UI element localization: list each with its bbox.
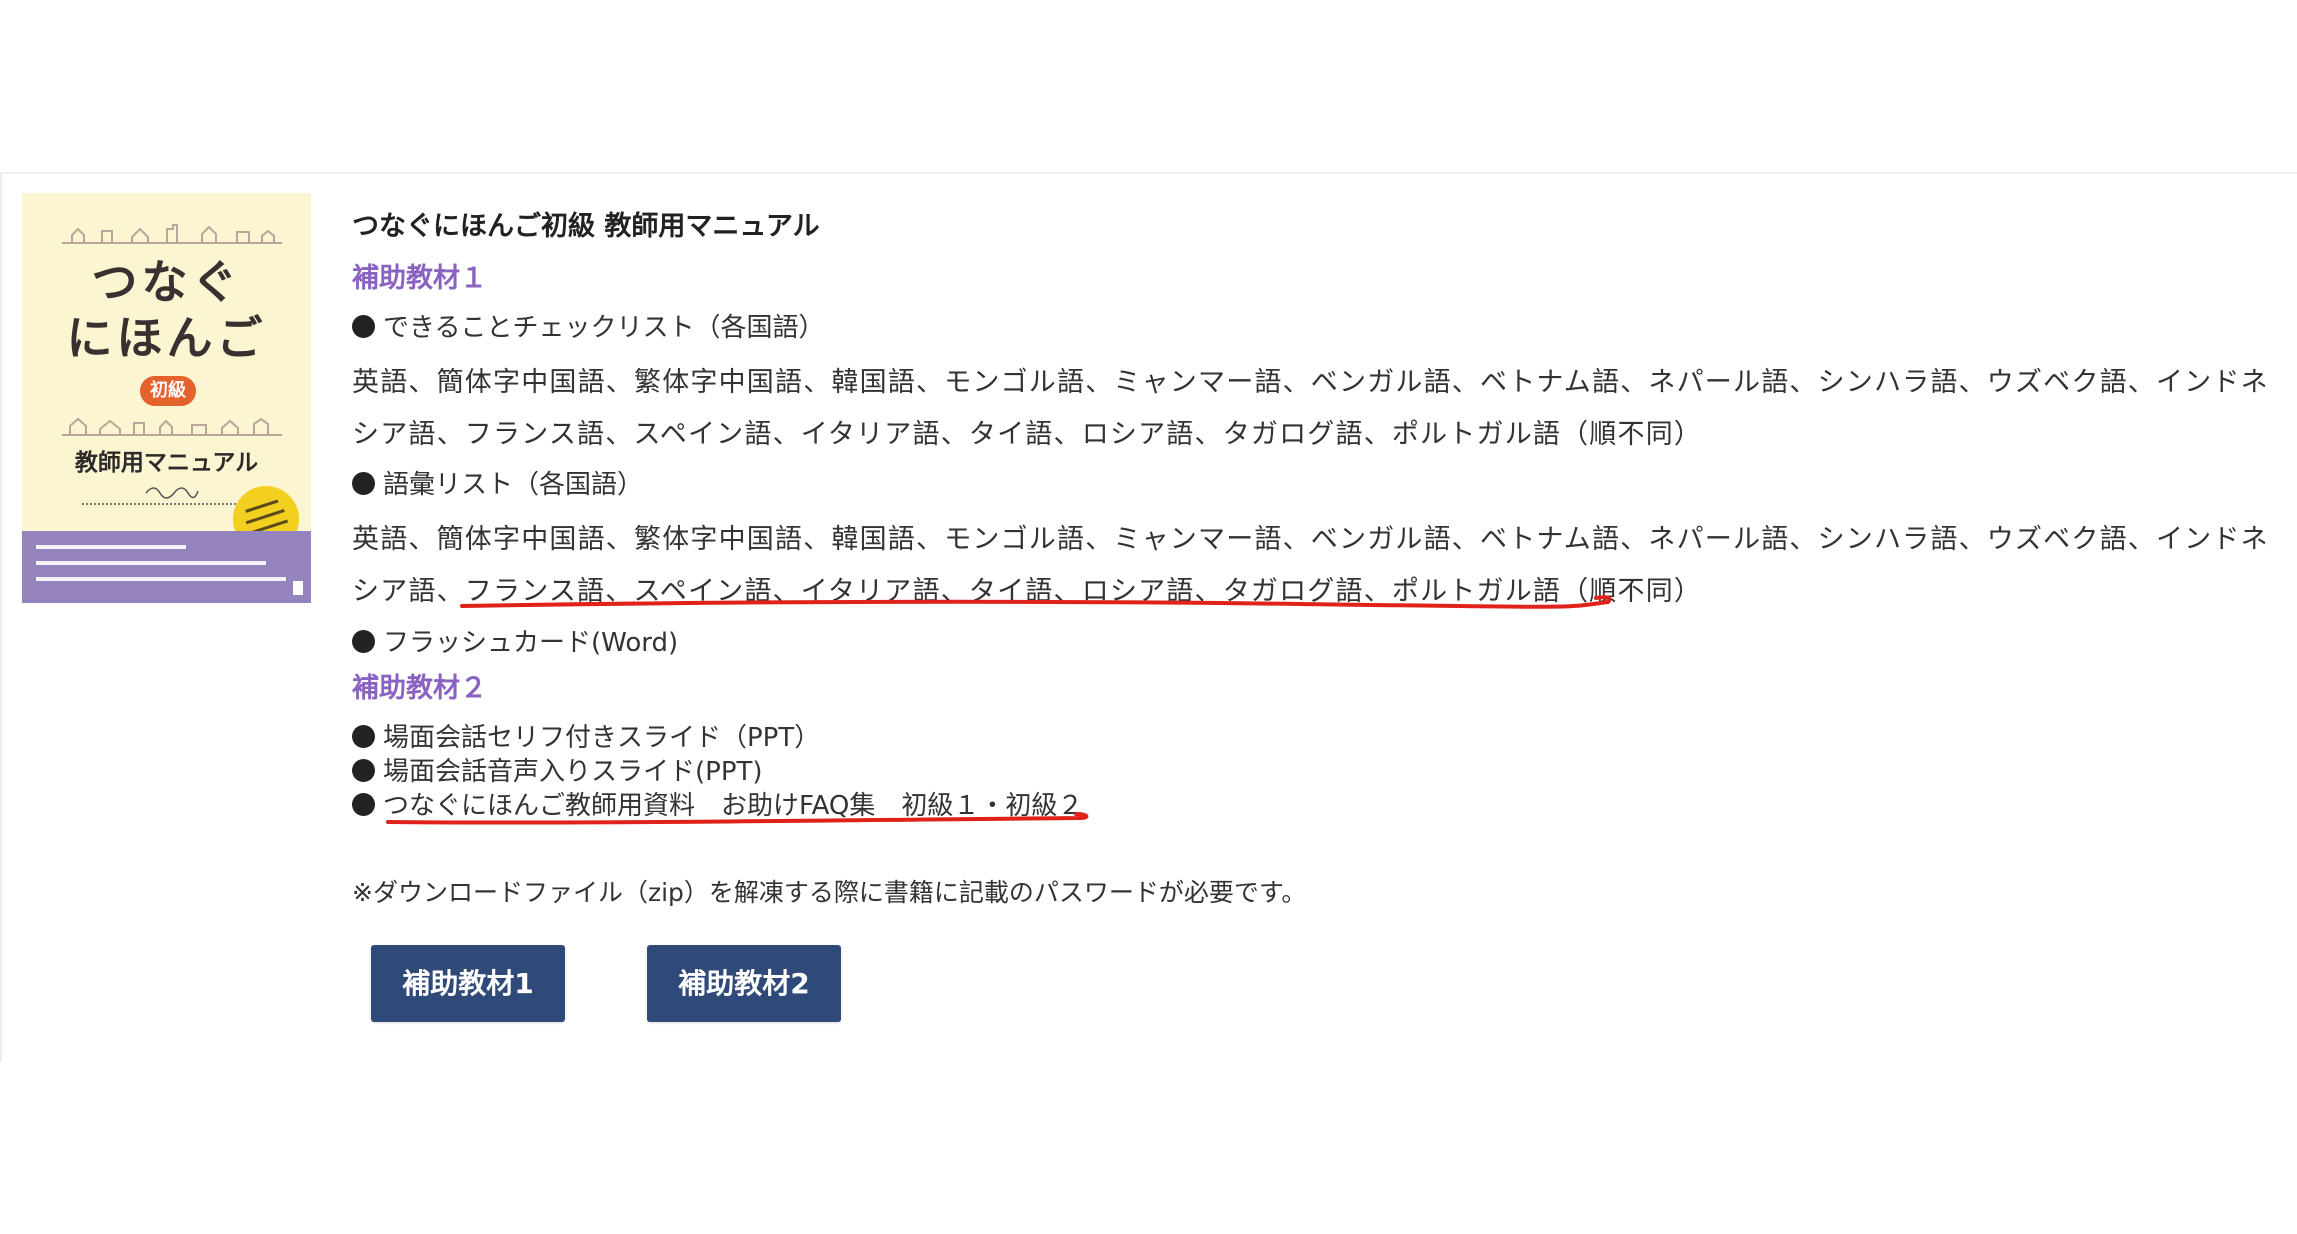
signature-mark (145, 487, 199, 499)
password-note: ※ダウンロードファイル（zip）を解凍する際に書籍に記載のパスワードが必要です。 (352, 878, 1307, 907)
materials-panel (0, 172, 2297, 1062)
material1-heading: 補助教材１ (352, 263, 487, 294)
vocabulary-languages-line1: 英語、簡体字中国語、繁体字中国語、韓国語、モンゴル語、ミャンマー語、ベンガル語、… (352, 524, 2269, 555)
town-skyline-decoration (62, 417, 282, 436)
faq-collection-item: つなぐにほんご教師用資料 お助けFAQ集 初級１・初級２ (352, 785, 1083, 822)
town-skyline-decoration (62, 224, 282, 244)
material2-heading: 補助教材２ (352, 673, 487, 704)
cover-title-line1: つなぐ (91, 255, 242, 309)
book-title: つなぐにほんご初級 教師用マニュアル (352, 211, 820, 242)
checklist-item: できることチェックリスト（各国語） (352, 307, 824, 344)
flashcard-item: フラッシュカード(Word) (352, 622, 678, 659)
material2-download-button[interactable]: 補助教材2 (647, 945, 841, 1022)
slides-with-audio-item: 場面会話音声入りスライド(PPT) (352, 751, 763, 788)
cover-subtitle: 教師用マニュアル (74, 450, 259, 476)
checklist-languages-line2: シア語、フランス語、スペイン語、イタリア語、タイ語、ロシア語、タガログ語、ポルト… (352, 419, 1703, 450)
slides-with-lines-item: 場面会話セリフ付きスライド（PPT） (352, 717, 820, 754)
checklist-languages-line1: 英語、簡体字中国語、繁体字中国語、韓国語、モンゴル語、ミャンマー語、ベンガル語、… (352, 367, 2269, 398)
cover-authors (82, 503, 252, 511)
publisher-logo-icon (293, 581, 303, 595)
cover-level-badge: 初級 (140, 376, 196, 406)
vocabulary-list-item: 語彙リスト（各国語） (352, 464, 643, 501)
vocabulary-languages-line2: シア語、フランス語、スペイン語、イタリア語、タイ語、ロシア語、タガログ語、ポルト… (352, 576, 1703, 607)
book-cover-image: つなぐ にほんご 初級 教師用マニュアル (22, 193, 311, 603)
cover-blurb-band (22, 531, 311, 603)
cover-title-line2: にほんご (66, 311, 267, 365)
material1-download-button[interactable]: 補助教材1 (371, 945, 565, 1022)
